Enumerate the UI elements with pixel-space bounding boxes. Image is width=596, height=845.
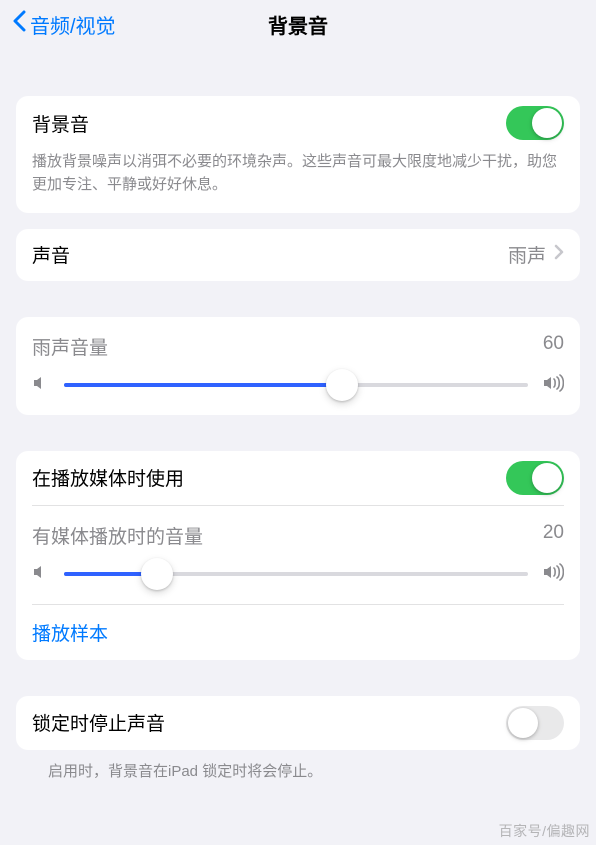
rain-volume-label: 雨声音量	[32, 333, 108, 360]
back-label: 音频/视觉	[30, 10, 116, 39]
rain-volume-group: 雨声音量 60	[16, 317, 580, 415]
page-title: 背景音	[268, 10, 328, 39]
lock-stop-toggle[interactable]	[506, 706, 564, 740]
media-volume-label: 有媒体播放时的音量	[32, 522, 203, 549]
speaker-low-icon	[32, 563, 50, 586]
speaker-high-icon	[542, 563, 564, 586]
back-button[interactable]: 音频/视觉	[12, 10, 116, 39]
speaker-low-icon	[32, 374, 50, 397]
sound-select-group: 声音 雨声	[16, 229, 580, 281]
nav-bar: 音频/视觉 背景音	[0, 0, 596, 48]
media-volume-value: 20	[543, 522, 564, 549]
chevron-right-icon	[554, 244, 564, 266]
background-sound-group: 背景音 播放背景噪声以消弭不必要的环境杂声。这些声音可最大限度地减少干扰，助您更…	[16, 96, 580, 213]
lock-stop-label: 锁定时停止声音	[32, 709, 165, 736]
media-volume-slider[interactable]	[32, 557, 564, 604]
lock-stop-description: 启用时，背景音在iPad 锁定时将会停止。	[16, 750, 580, 783]
media-toggle-row: 在播放媒体时使用	[32, 451, 564, 505]
media-toggle-label: 在播放媒体时使用	[32, 464, 184, 491]
media-group: 在播放媒体时使用 有媒体播放时的音量 20 播放样本	[16, 451, 580, 660]
watermark: 百家号/偏趣网	[499, 821, 590, 841]
speaker-high-icon	[542, 374, 564, 397]
sound-select-value: 雨声	[508, 241, 546, 268]
background-sound-label: 背景音	[32, 110, 89, 137]
background-sound-toggle[interactable]	[506, 106, 564, 140]
background-sound-description: 播放背景噪声以消弭不必要的环境杂声。这些声音可最大限度地减少干扰，助您更加专注、…	[32, 150, 564, 213]
background-sound-row: 背景音	[32, 96, 564, 150]
rain-volume-value: 60	[543, 333, 564, 360]
play-sample-link[interactable]: 播放样本	[32, 605, 564, 660]
rain-volume-slider[interactable]	[32, 368, 564, 415]
chevron-left-icon	[12, 10, 26, 38]
sound-select-label: 声音	[32, 241, 70, 268]
media-toggle[interactable]	[506, 461, 564, 495]
lock-stop-group: 锁定时停止声音	[16, 696, 580, 750]
lock-stop-row: 锁定时停止声音	[32, 696, 564, 750]
sound-select-row[interactable]: 声音 雨声	[32, 229, 564, 281]
